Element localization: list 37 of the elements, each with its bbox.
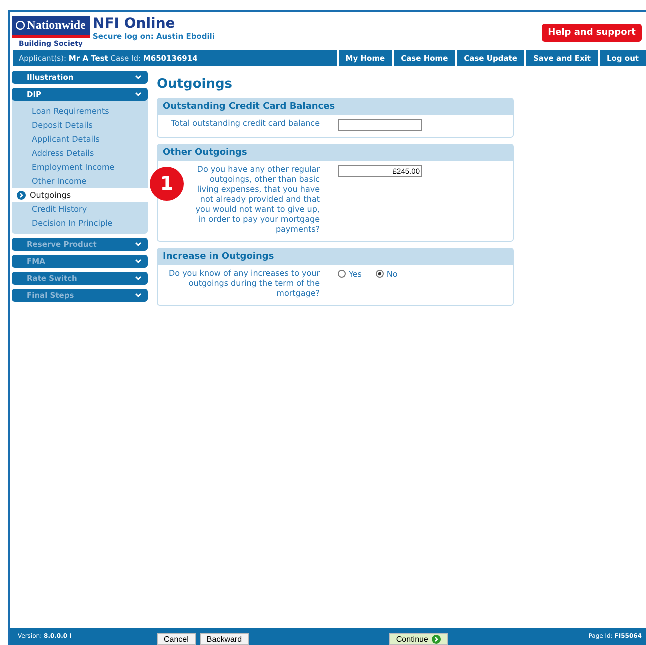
radio-option[interactable]: Yes	[338, 269, 362, 279]
input-field[interactable]	[338, 119, 422, 131]
footer-button[interactable]: Cancel	[157, 633, 196, 645]
logo-name: Nationwide	[27, 18, 86, 33]
question-label: Total outstanding credit card balance	[170, 119, 320, 130]
sidebar-item[interactable]: Deposit Details	[12, 118, 148, 132]
sidebar-item[interactable]: Other Income	[12, 174, 148, 188]
page-title: Outgoings	[157, 77, 234, 92]
section-title: Other Outgoings	[158, 145, 513, 161]
annotation-badge: 1	[150, 167, 184, 201]
sidebar-item[interactable]: Employment Income	[12, 160, 148, 174]
help-and-support-button[interactable]: Help and support	[542, 24, 642, 42]
sidebar-item[interactable]: Applicant Details	[12, 132, 148, 146]
question-label: Do you know of any increases to your outgoings during the term of the mortgage?	[168, 269, 320, 299]
chevron-down-icon	[135, 75, 142, 80]
arrow-right-icon	[432, 634, 442, 644]
chevron-down-icon	[135, 242, 142, 247]
radio-icon[interactable]	[338, 270, 346, 278]
chevron-down-icon	[135, 293, 142, 298]
chevron-down-icon	[135, 276, 142, 281]
sidebar-item[interactable]: Outgoings	[12, 188, 148, 202]
sidebar-item[interactable]: Loan Requirements	[12, 104, 148, 118]
sidebar-item[interactable]: Decision In Principle	[12, 216, 148, 230]
radio-option[interactable]: No	[376, 269, 398, 279]
chevron-down-icon	[135, 92, 142, 97]
chevron-down-icon	[135, 259, 142, 264]
sidebar-item[interactable]: Address Details	[12, 146, 148, 160]
continue-button[interactable]: Continue	[389, 633, 448, 645]
section-title: Outstanding Credit Card Balances	[158, 99, 513, 115]
question-label: Do you have any other regular outgoings, other than basic living expenses, that you have not already provided and that you would not want to give up, in order to pay your mortgage payments?	[194, 165, 320, 235]
sidebar-item[interactable]: Credit History	[12, 202, 148, 216]
logo-emblem-icon	[16, 21, 26, 30]
footer-button[interactable]: Backward	[200, 633, 250, 645]
section-title: Increase in Outgoings	[158, 249, 513, 265]
app-title: NFI Online	[93, 16, 176, 32]
arrow-right-icon	[17, 190, 26, 200]
radio-icon[interactable]	[376, 270, 384, 278]
